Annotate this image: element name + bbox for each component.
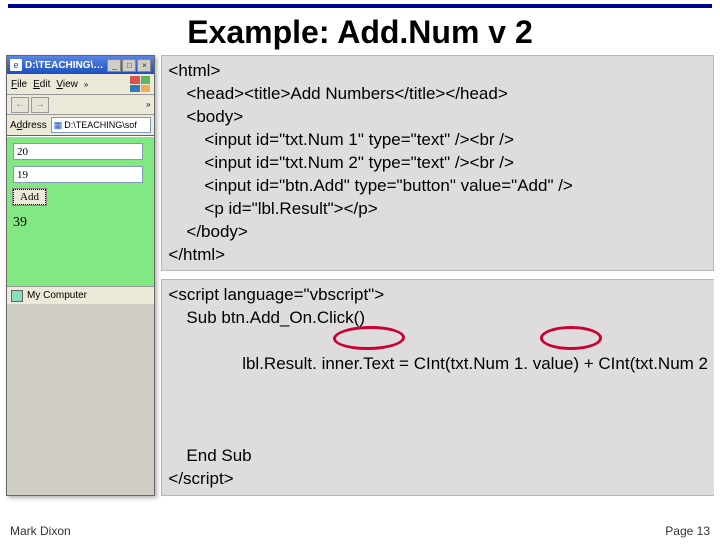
- max-button[interactable]: □: [122, 59, 136, 72]
- window-title: D:\TEACHING\…: [25, 60, 106, 71]
- code-line: Sub btn.Add_On.Click(): [168, 307, 708, 330]
- code-line: <input id="btn.Add" type="button" value=…: [168, 175, 707, 198]
- txt-num2-input[interactable]: [13, 166, 143, 183]
- code-script: <script language="vbscript"> Sub btn.Add…: [161, 279, 714, 495]
- close-button[interactable]: ×: [137, 59, 151, 72]
- menu-file[interactable]: File: [11, 79, 27, 90]
- status-text: My Computer: [27, 290, 87, 301]
- emphasis-circle-1: [333, 326, 405, 351]
- txt-num1-input[interactable]: [13, 143, 143, 160]
- page-content: Add 39: [7, 136, 154, 286]
- address-value: D:\TEACHING\sof: [64, 120, 137, 130]
- code-line: </body>: [168, 221, 707, 244]
- computer-icon: [11, 290, 23, 302]
- toolbar: ← → »: [7, 95, 154, 115]
- address-bar: Address ▦ D:\TEACHING\sof: [7, 115, 154, 136]
- code-line: <script language="vbscript">: [168, 284, 708, 307]
- titlebar: e D:\TEACHING\… _ □ ×: [7, 56, 154, 74]
- code-line: </script>: [168, 468, 708, 491]
- code-line: <input id="txt.Num 2" type="text" /><br …: [168, 152, 707, 175]
- main-area: e D:\TEACHING\… _ □ × File Edit View » ←…: [0, 55, 720, 496]
- add-button[interactable]: Add: [13, 189, 46, 205]
- emphasis-circle-2: [540, 326, 602, 350]
- back-button[interactable]: ←: [11, 97, 29, 113]
- code-line: <body>: [168, 106, 707, 129]
- min-button[interactable]: _: [107, 59, 121, 72]
- menubar: File Edit View »: [7, 74, 154, 95]
- statusbar: My Computer: [7, 286, 154, 304]
- page-icon: ▦: [54, 120, 63, 131]
- code-line: <head><title>Add Numbers</title></head>: [168, 83, 707, 106]
- footer: Mark Dixon Page 13: [10, 524, 710, 538]
- result-label: 39: [13, 215, 148, 231]
- menu-edit[interactable]: Edit: [33, 79, 50, 90]
- address-label: Address: [10, 120, 47, 131]
- code-line: </html>: [168, 244, 707, 267]
- forward-button[interactable]: →: [31, 97, 49, 113]
- code-column: <html> <head><title>Add Numbers</title><…: [161, 55, 714, 496]
- code-line: <html>: [168, 60, 707, 83]
- menu-view[interactable]: View: [56, 79, 78, 90]
- author-name: Mark Dixon: [10, 524, 71, 538]
- browser-window: e D:\TEACHING\… _ □ × File Edit View » ←…: [6, 55, 155, 496]
- toolbar-more[interactable]: »: [146, 100, 150, 109]
- code-html: <html> <head><title>Add Numbers</title><…: [161, 55, 714, 271]
- code-line: <p id="lbl.Result"></p>: [168, 198, 707, 221]
- ie-icon: e: [10, 59, 22, 71]
- windows-logo-icon: [130, 76, 150, 92]
- code-line: End Sub: [168, 445, 708, 468]
- menu-more[interactable]: »: [84, 80, 88, 89]
- address-input[interactable]: ▦ D:\TEACHING\sof: [51, 117, 152, 133]
- code-line: lbl.Result. inner.Text = CInt(txt.Num 1.…: [168, 330, 708, 445]
- slide-title: Example: Add.Num v 2: [0, 8, 720, 55]
- page-number: Page 13: [665, 524, 710, 538]
- code-line: <input id="txt.Num 1" type="text" /><br …: [168, 129, 707, 152]
